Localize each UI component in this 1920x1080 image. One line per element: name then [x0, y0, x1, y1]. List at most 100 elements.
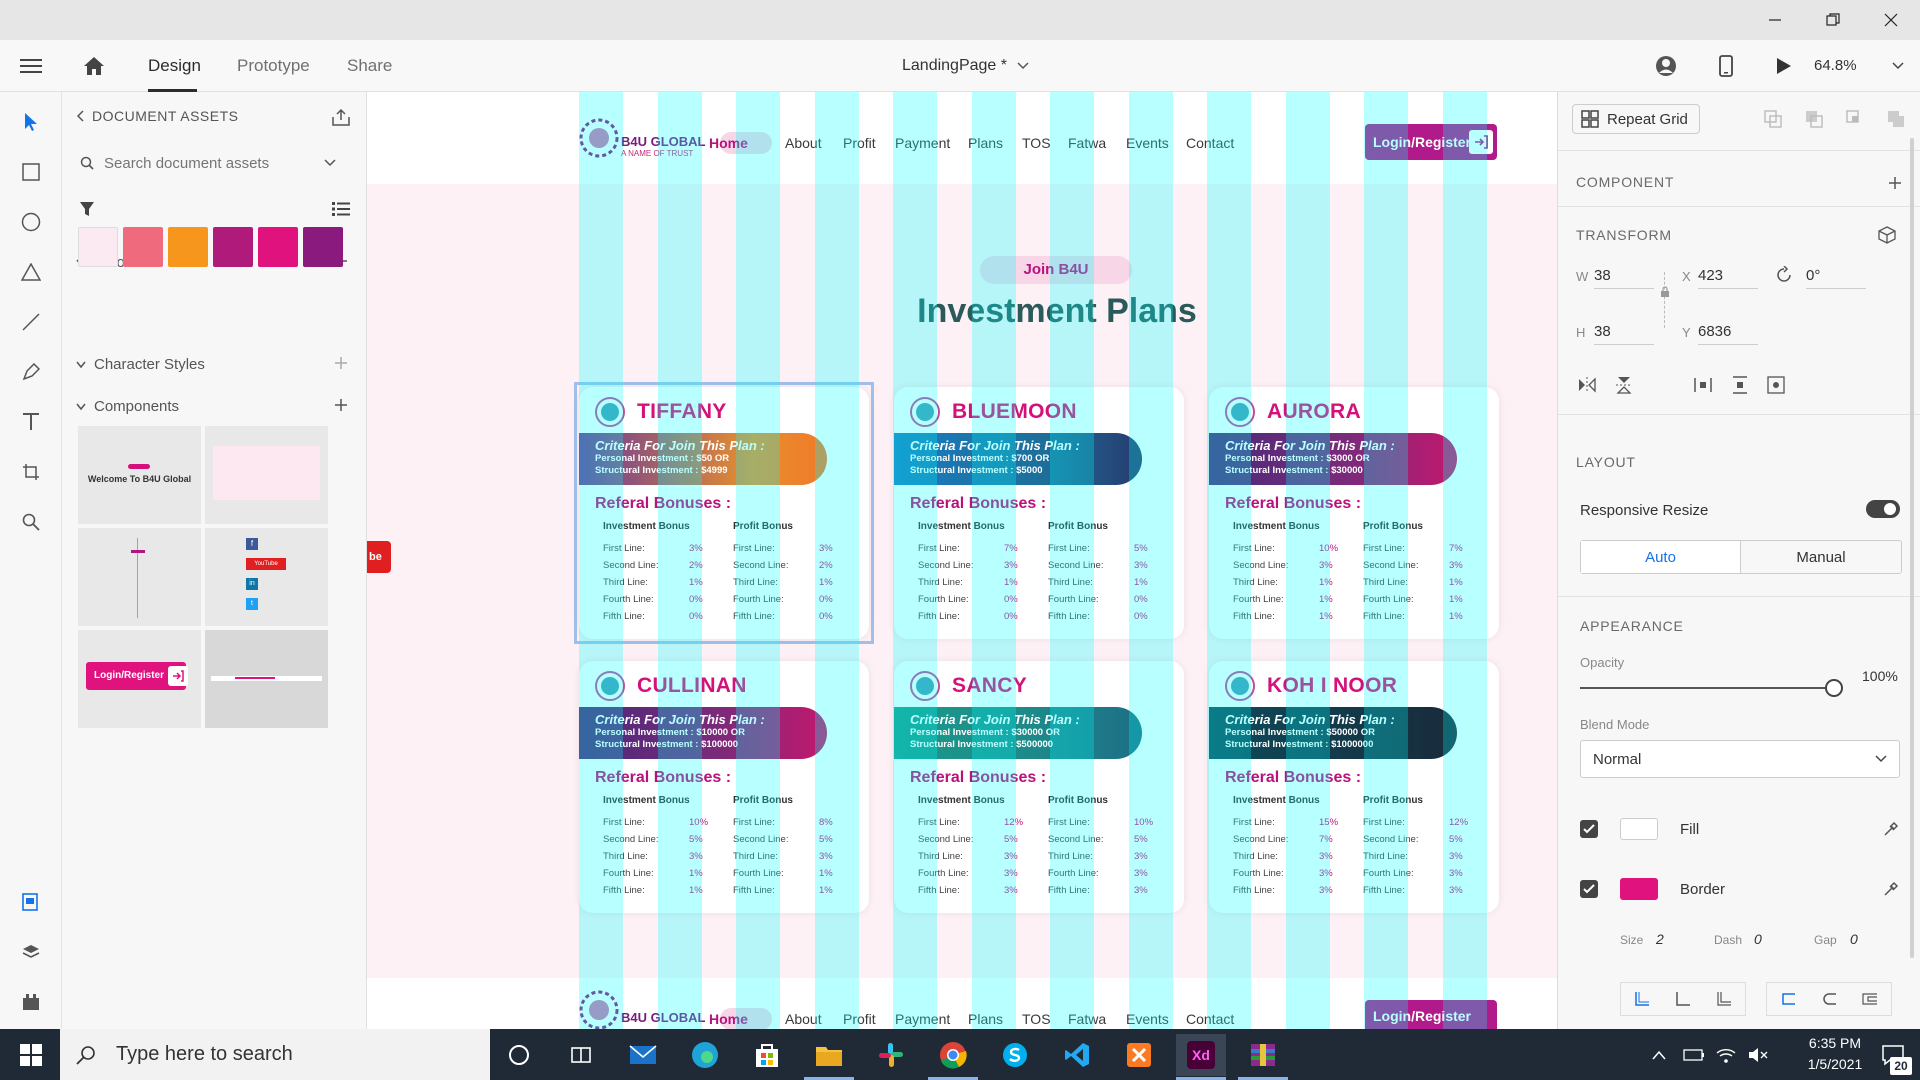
flip-horizontal-icon[interactable] — [1574, 372, 1600, 398]
search-input[interactable] — [104, 154, 324, 172]
butt-cap-icon[interactable] — [1780, 991, 1796, 1007]
responsive-resize-toggle[interactable] — [1866, 500, 1900, 518]
auto-option[interactable]: Auto — [1581, 541, 1741, 573]
opacity-slider-knob[interactable] — [1825, 679, 1843, 697]
zoom-chevron-icon[interactable] — [1890, 60, 1906, 72]
line-tool-icon[interactable] — [15, 306, 47, 338]
nav-link-tos[interactable]: TOS — [1022, 135, 1051, 151]
rectangle-tool-icon[interactable] — [15, 156, 47, 188]
boolean-exclude-icon[interactable] — [1883, 106, 1909, 132]
taskbar-search-box[interactable]: Type here to search — [60, 1029, 490, 1080]
color-swatch[interactable] — [168, 227, 208, 267]
boolean-intersect-icon[interactable] — [1842, 106, 1868, 132]
flip-vertical-icon[interactable] — [1611, 372, 1637, 398]
cortana-icon[interactable] — [494, 1034, 544, 1076]
design-canvas[interactable]: B4U GLOBAL A NAME OF TRUST Home About Prof… — [367, 92, 1557, 1029]
side-tab[interactable]: be — [367, 541, 391, 573]
windows-start-icon[interactable] — [6, 1034, 56, 1076]
close-button[interactable] — [1862, 0, 1920, 40]
export-icon[interactable] — [328, 104, 354, 130]
dash-field[interactable]: 0 — [1754, 931, 1762, 947]
mail-icon[interactable] — [618, 1034, 668, 1076]
text-tool-icon[interactable] — [15, 406, 47, 438]
color-swatch[interactable] — [258, 227, 298, 267]
play-icon[interactable] — [1770, 52, 1798, 80]
width-field[interactable]: 38 — [1594, 267, 1611, 284]
footer-nav-link-events[interactable]: Events — [1126, 1011, 1169, 1027]
footer-nav-link-home[interactable]: Home — [709, 1011, 748, 1027]
wifi-icon[interactable] — [1712, 1034, 1740, 1076]
file-explorer-icon[interactable] — [804, 1034, 854, 1076]
store-icon[interactable] — [742, 1034, 792, 1076]
components-header[interactable]: Components — [76, 398, 179, 415]
center-align-icon[interactable] — [1763, 372, 1789, 398]
plan-card[interactable]: CULLINAN Criteria For Join This Plan : Per… — [579, 661, 869, 913]
hamburger-menu-icon[interactable] — [18, 54, 44, 78]
nav-link-plans[interactable]: Plans — [968, 135, 1003, 151]
battery-icon[interactable] — [1680, 1034, 1708, 1076]
component-pink-card[interactable] — [205, 426, 328, 524]
plan-card[interactable]: SANCY Criteria For Join This Plan : Person… — [894, 661, 1184, 913]
tab-design[interactable]: Design — [148, 40, 201, 92]
select-tool-icon[interactable] — [15, 106, 47, 138]
boolean-subtract-icon[interactable] — [1801, 106, 1827, 132]
fill-color-swatch[interactable] — [1620, 818, 1658, 840]
footer-nav-link-fatwa[interactable]: Fatwa — [1068, 1011, 1106, 1027]
component-welcome[interactable]: Welcome To B4U Global — [78, 426, 201, 524]
polygon-tool-icon[interactable] — [15, 256, 47, 288]
distribute-horizontal-icon[interactable] — [1690, 372, 1716, 398]
nav-link-fatwa[interactable]: Fatwa — [1068, 135, 1106, 151]
opacity-slider-track[interactable] — [1580, 679, 1843, 697]
document-title[interactable]: LandingPage * — [902, 40, 1029, 92]
panel-scrollbar[interactable] — [1910, 138, 1914, 958]
tab-prototype[interactable]: Prototype — [237, 40, 310, 92]
component-social-icons[interactable]: f YouTube in t — [205, 528, 328, 626]
color-swatch[interactable] — [213, 227, 253, 267]
minimize-button[interactable] — [1746, 0, 1804, 40]
footer-nav-link-profit[interactable]: Profit — [843, 1011, 876, 1027]
size-field[interactable]: 2 — [1656, 931, 1664, 947]
nav-link-events[interactable]: Events — [1126, 135, 1169, 151]
assets-header[interactable]: DOCUMENT ASSETS — [76, 108, 239, 124]
nav-link-home[interactable]: Home — [709, 135, 748, 151]
ellipse-tool-icon[interactable] — [15, 206, 47, 238]
add-component-icon[interactable] — [328, 392, 354, 418]
edge-browser-icon[interactable] — [680, 1034, 730, 1076]
plan-card[interactable]: BLUEMOON Criteria For Join This Plan : Per… — [894, 387, 1184, 639]
tab-share[interactable]: Share — [347, 40, 392, 92]
inner-stroke-icon[interactable] — [1634, 991, 1650, 1007]
outer-stroke-icon[interactable] — [1675, 991, 1691, 1007]
pen-tool-icon[interactable] — [15, 356, 47, 388]
footer-nav-link-contact[interactable]: Contact — [1186, 1011, 1234, 1027]
vscode-icon[interactable] — [1052, 1034, 1102, 1076]
user-icon[interactable] — [1652, 52, 1680, 80]
xampp-icon[interactable] — [1114, 1034, 1164, 1076]
home-icon[interactable] — [80, 52, 108, 80]
border-checkbox[interactable] — [1580, 880, 1598, 898]
footer-nav-link-payment[interactable]: Payment — [895, 1011, 950, 1027]
eyedropper-icon[interactable] — [1878, 876, 1904, 902]
border-color-swatch[interactable] — [1620, 878, 1658, 900]
slack-icon[interactable] — [866, 1034, 916, 1076]
x-field[interactable]: 423 — [1698, 267, 1723, 284]
opacity-value[interactable]: 100% — [1862, 668, 1898, 684]
component-divider[interactable] — [78, 528, 201, 626]
distribute-vertical-icon[interactable] — [1727, 372, 1753, 398]
volume-muted-icon[interactable] — [1744, 1034, 1772, 1076]
skype-icon[interactable] — [990, 1034, 1040, 1076]
y-field[interactable]: 6836 — [1698, 323, 1731, 340]
lock-aspect-icon[interactable] — [1658, 285, 1672, 299]
square-cap-icon[interactable] — [1862, 991, 1878, 1007]
nav-link-profit[interactable]: Profit — [843, 135, 876, 151]
add-character-style-icon[interactable] — [328, 350, 354, 376]
rotation-field[interactable]: 0° — [1806, 267, 1820, 284]
blend-mode-select[interactable]: Normal — [1580, 740, 1900, 778]
tray-chevron-icon[interactable] — [1646, 1034, 1672, 1076]
nav-link-contact[interactable]: Contact — [1186, 135, 1234, 151]
winrar-icon[interactable] — [1238, 1034, 1288, 1076]
zoom-tool-icon[interactable] — [15, 506, 47, 538]
plan-card[interactable]: TIFFANY Criteria For Join This Plan : Pers… — [579, 387, 869, 639]
color-swatch[interactable] — [303, 227, 343, 267]
assets-panel-icon[interactable] — [15, 886, 47, 918]
center-stroke-icon[interactable] — [1716, 991, 1732, 1007]
